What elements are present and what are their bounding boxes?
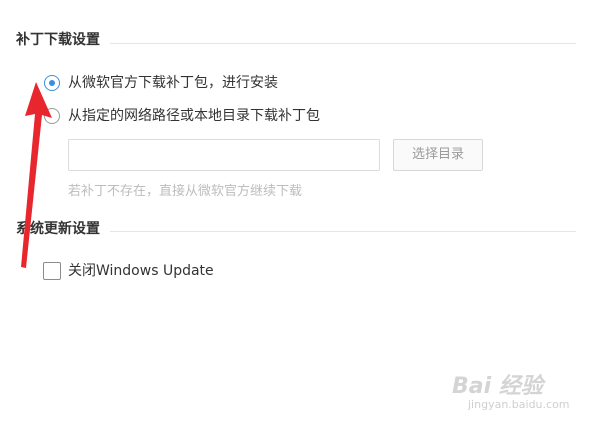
patch-section-title: 补丁下载设置 — [16, 31, 110, 49]
browse-directory-button[interactable]: 选择目录 — [393, 139, 483, 171]
patch-fallback-hint: 若补丁不存在，直接从微软官方继续下载 — [68, 184, 303, 199]
baidu-jingyan-watermark-url: jingyan.baidu.com — [468, 398, 570, 411]
patch-path-input[interactable] — [68, 139, 380, 171]
radio-custom-source[interactable] — [44, 108, 60, 124]
annotation-arrow-icon — [21, 82, 52, 268]
radio-custom-label[interactable]: 从指定的网络路径或本地目录下载补丁包 — [68, 107, 320, 125]
radio-official-label[interactable]: 从微软官方下载补丁包，进行安装 — [68, 74, 278, 92]
radio-official-source[interactable] — [44, 75, 60, 91]
disable-windows-update-label[interactable]: 关闭Windows Update — [68, 262, 214, 280]
update-section-title: 系统更新设置 — [16, 220, 110, 238]
baidu-jingyan-watermark-logo: Bai 经验 — [452, 374, 543, 399]
disable-windows-update-checkbox[interactable] — [43, 262, 61, 280]
